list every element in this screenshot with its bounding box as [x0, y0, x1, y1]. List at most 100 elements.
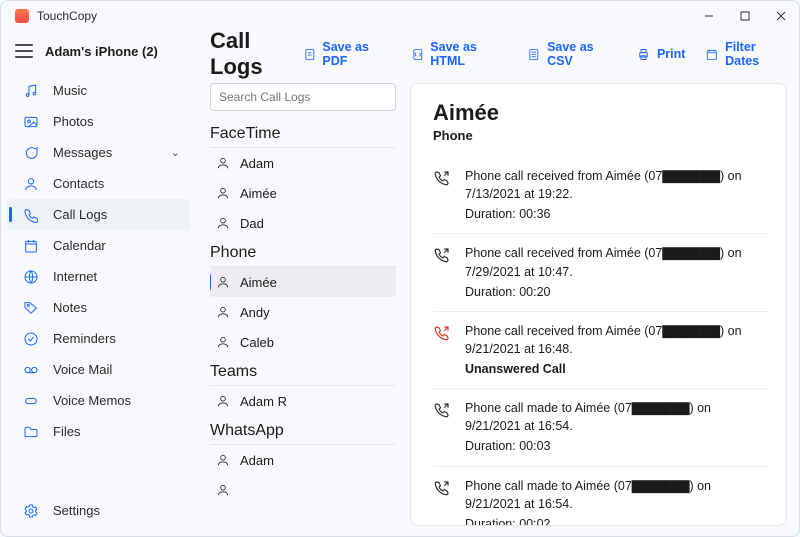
call-log-entry: Phone call received from Aimée (07▇▇▇▇▇▇…: [433, 312, 768, 389]
toolbar-actions: Save as PDF Save as HTML Save as CSV Pri…: [303, 40, 787, 68]
action-label: Print: [657, 47, 685, 61]
contact-row[interactable]: Adam R: [210, 386, 396, 416]
voicemail-icon: [23, 362, 39, 378]
call-log-text: Phone call made to Aimée (07▇▇▇▇▇▇) on 9…: [465, 399, 768, 435]
sidebar-item-label: Contacts: [53, 176, 104, 191]
device-name[interactable]: Adam's iPhone (2): [45, 44, 158, 59]
sidebar-item-voice-mail[interactable]: Voice Mail: [7, 354, 190, 385]
contact-name: Dad: [240, 216, 264, 231]
person-icon: [216, 275, 230, 289]
sidebar-item-label: Call Logs: [53, 207, 107, 222]
minimize-button[interactable]: [691, 1, 727, 31]
sidebar-item-notes[interactable]: Notes: [7, 292, 190, 323]
contact-row[interactable]: Adam: [210, 445, 396, 475]
search-input[interactable]: [219, 84, 387, 110]
sidebar-item-photos[interactable]: Photos: [7, 106, 190, 137]
call-log-body: Phone call received from Aimée (07▇▇▇▇▇▇…: [465, 244, 768, 300]
sidebar-item-label: Photos: [53, 114, 93, 129]
phone-icon: [23, 207, 39, 223]
contact-name: Caleb: [240, 335, 274, 350]
content-area: Call Logs Save as PDF Save as HTML Save …: [196, 31, 799, 536]
detail-panel[interactable]: Aimée Phone Phone call received from Aim…: [410, 83, 787, 526]
calendar-icon: [23, 238, 39, 254]
search-box[interactable]: [210, 83, 396, 111]
content-row: FaceTimeAdamAiméeDadPhoneAiméeAndyCalebT…: [210, 77, 799, 536]
close-button[interactable]: [763, 1, 799, 31]
call-log-entry: Phone call made to Aimée (07▇▇▇▇▇▇) on 9…: [433, 389, 768, 466]
contact-group-header: FaceTime: [210, 119, 396, 148]
titlebar: TouchCopy: [1, 1, 799, 31]
music-icon: [23, 83, 39, 99]
contact-name: Adam R: [240, 394, 287, 409]
print-button[interactable]: Print: [636, 40, 685, 68]
contacts-list[interactable]: FaceTimeAdamAiméeDadPhoneAiméeAndyCalebT…: [210, 119, 396, 526]
sidebar-item-settings[interactable]: Settings: [7, 495, 190, 526]
check-icon: [23, 331, 39, 347]
call-log-text: Phone call received from Aimée (07▇▇▇▇▇▇…: [465, 167, 768, 203]
call-log-text: Phone call received from Aimée (07▇▇▇▇▇▇…: [465, 244, 768, 280]
contact-name: Aimée: [240, 186, 277, 201]
call-log-entry: Phone call received from Aimée (07▇▇▇▇▇▇…: [433, 234, 768, 311]
contact-name: Andy: [240, 305, 270, 320]
sidebar-item-label: Calendar: [53, 238, 106, 253]
sidebar-item-label: Settings: [53, 503, 100, 518]
action-label: Filter Dates: [725, 40, 787, 68]
globe-icon: [23, 269, 39, 285]
person-icon: [216, 216, 230, 230]
contact-name: Adam: [240, 156, 274, 171]
call-out-icon: [433, 479, 451, 497]
action-label: Save as HTML: [430, 40, 507, 68]
sidebar-item-reminders[interactable]: Reminders: [7, 323, 190, 354]
contact-row[interactable]: Aimée: [210, 267, 396, 297]
call-out-icon: [433, 401, 451, 419]
filter-dates-button[interactable]: Filter Dates: [705, 40, 787, 68]
person-icon: [216, 305, 230, 319]
message-icon: [23, 145, 39, 161]
call-log-extra: Unanswered Call: [465, 360, 768, 378]
contact-row[interactable]: Adam: [210, 148, 396, 178]
contact-row[interactable]: Andy: [210, 297, 396, 327]
save-html-button[interactable]: Save as HTML: [411, 40, 508, 68]
call-log-text: Phone call made to Aimée (07▇▇▇▇▇▇) on 9…: [465, 477, 768, 513]
sidebar-item-label: Messages: [53, 145, 112, 160]
detail-source: Phone: [433, 128, 768, 143]
sidebar-item-label: Reminders: [53, 331, 116, 346]
chevron-down-icon: ⌄: [171, 146, 180, 159]
maximize-button[interactable]: [727, 1, 763, 31]
contacts-pane: FaceTimeAdamAiméeDadPhoneAiméeAndyCalebT…: [210, 83, 396, 526]
sidebar-item-label: Music: [53, 83, 87, 98]
sidebar-item-internet[interactable]: Internet: [7, 261, 190, 292]
contact-row[interactable]: Aimée: [210, 178, 396, 208]
person-icon: [216, 453, 230, 467]
call-log-entry: Phone call received from Aimée (07▇▇▇▇▇▇…: [433, 157, 768, 234]
page-header: Call Logs Save as PDF Save as HTML Save …: [210, 31, 799, 77]
save-csv-button[interactable]: Save as CSV: [527, 40, 616, 68]
sidebar-item-messages[interactable]: Messages ⌄: [7, 137, 190, 168]
sidebar-item-music[interactable]: Music: [7, 75, 190, 106]
sidebar-item-call-logs[interactable]: Call Logs: [7, 199, 190, 230]
call-log-extra: Duration: 00:20: [465, 283, 768, 301]
sidebar-item-files[interactable]: Files: [7, 416, 190, 447]
sidebar-item-contacts[interactable]: Contacts: [7, 168, 190, 199]
call-log-body: Phone call received from Aimée (07▇▇▇▇▇▇…: [465, 322, 768, 378]
hamburger-icon[interactable]: [15, 44, 33, 58]
sidebar-item-calendar[interactable]: Calendar: [7, 230, 190, 261]
folder-icon: [23, 424, 39, 440]
person-icon: [216, 186, 230, 200]
save-pdf-button[interactable]: Save as PDF: [303, 40, 391, 68]
sidebar-footer: Settings: [1, 489, 196, 536]
window-controls: [691, 1, 799, 31]
page-title: Call Logs: [210, 28, 303, 80]
person-icon: [216, 335, 230, 349]
app-logo-icon: [15, 9, 29, 23]
sidebar: Adam's iPhone (2) Music Photos Messages ⌄ Co…: [1, 31, 196, 536]
contact-row[interactable]: [210, 475, 396, 505]
call-log-extra: Duration: 00:03: [465, 437, 768, 455]
sidebar-item-label: Voice Mail: [53, 362, 112, 377]
contact-row[interactable]: Caleb: [210, 327, 396, 357]
sidebar-item-label: Files: [53, 424, 80, 439]
sidebar-item-voice-memos[interactable]: Voice Memos: [7, 385, 190, 416]
contact-row[interactable]: Dad: [210, 208, 396, 238]
person-icon: [216, 156, 230, 170]
photo-icon: [23, 114, 39, 130]
